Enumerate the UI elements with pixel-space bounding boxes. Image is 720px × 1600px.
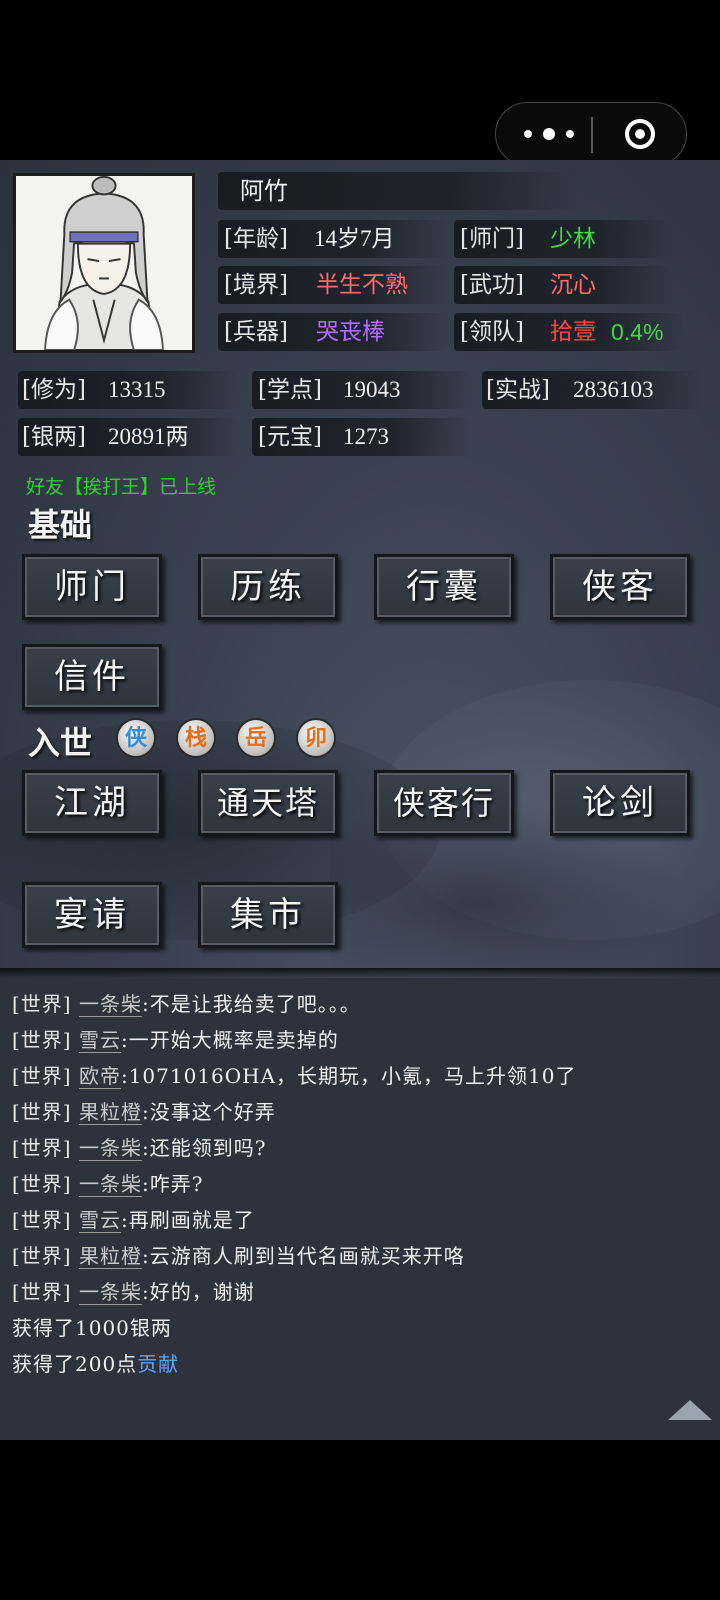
martial-value[interactable]: 沉心 [550, 266, 596, 304]
study-label: [学点] [258, 377, 322, 403]
close-target-icon[interactable] [625, 119, 655, 149]
martial-label: [武功] [460, 272, 524, 298]
chat-message: [世界] 欧帝:1071016OHA，长期玩，小氪，马上升领10了 [12, 1064, 577, 1089]
capsule-divider [591, 117, 593, 153]
sect-value[interactable]: 少林 [550, 220, 596, 258]
realm-value[interactable]: 半生不熟 [316, 266, 408, 304]
chat-message: [世界] 一条柴:不是让我给卖了吧。。。 [12, 992, 361, 1017]
chat-user[interactable]: 一条柴 [78, 1280, 142, 1305]
team-value[interactable]: 拾壹 [550, 313, 596, 351]
inventory-button[interactable]: 行囊 [374, 554, 514, 620]
contribution-link[interactable]: 贡献 [137, 1352, 179, 1376]
team-label: [领队] [460, 319, 524, 345]
badge-mao[interactable]: 卯 [296, 718, 336, 758]
chat-user[interactable]: 雪云 [78, 1208, 121, 1233]
banquet-button[interactable]: 宴请 [22, 882, 162, 948]
xiakexing-button[interactable]: 侠客行 [374, 770, 514, 836]
chat-message: [世界] 雪云:再刷画就是了 [12, 1208, 255, 1233]
mail-button[interactable]: 信件 [22, 644, 162, 710]
top-bar [0, 0, 720, 166]
combat-label: [实战] [486, 377, 550, 403]
chat-user[interactable]: 果粒橙 [78, 1100, 142, 1125]
game-screen: 阿竹 [年龄] 14岁7月 [师门] 少林 [境界] 半生不熟 [武功] 沉心 … [0, 160, 720, 1440]
chat-user[interactable]: 果粒橙 [78, 1244, 142, 1269]
badge-yue[interactable]: 岳 [236, 718, 276, 758]
realm-label: [境界] [224, 272, 288, 298]
mini-program-capsule [495, 102, 687, 166]
study-value: 19043 [343, 377, 401, 402]
cultivation-value: 13315 [108, 377, 166, 402]
jianghu-button[interactable]: 江湖 [22, 770, 162, 836]
chat-message: [世界] 一条柴:好的，谢谢 [12, 1280, 255, 1305]
character-portrait[interactable] [13, 173, 195, 353]
chat-message: [世界] 果粒橙:云游商人刷到当代名画就买来开咯 [12, 1244, 465, 1269]
silver-label: [银两] [22, 424, 86, 450]
chat-message: [世界] 一条柴:还能领到吗? [12, 1136, 267, 1161]
basic-section-title: 基础 [28, 506, 93, 544]
badge-xia[interactable]: 侠 [116, 718, 156, 758]
training-button[interactable]: 历练 [198, 554, 338, 620]
badge-zhan[interactable]: 栈 [176, 718, 216, 758]
cultivation-label: [修为] [22, 377, 86, 403]
tongtian-tower-button[interactable]: 通天塔 [198, 770, 338, 836]
character-avatar-illustration [16, 176, 192, 350]
yuanbao-label: [元宝] [258, 424, 322, 450]
chat-panel[interactable]: [世界] 一条柴:不是让我给卖了吧。。。 [世界] 雪云:一开始大概率是卖掉的 … [0, 978, 720, 1440]
chat-message: [世界] 雪云:一开始大概率是卖掉的 [12, 1028, 339, 1053]
scroll-up-icon[interactable] [668, 1400, 712, 1420]
weapon-label: [兵器] [224, 319, 288, 345]
sect-button[interactable]: 师门 [22, 554, 162, 620]
chat-divider [0, 968, 720, 978]
more-menu-icon[interactable] [524, 119, 574, 149]
team-percent: 0.4% [611, 319, 664, 345]
system-message: 获得了200点贡献 [12, 1352, 180, 1376]
chat-user[interactable]: 一条柴 [78, 992, 142, 1017]
hero-button[interactable]: 侠客 [550, 554, 690, 620]
weapon-value[interactable]: 哭丧棒 [316, 313, 385, 351]
lunjian-button[interactable]: 论剑 [550, 770, 690, 836]
sect-label: [师门] [460, 226, 524, 252]
chat-user[interactable]: 雪云 [78, 1028, 121, 1053]
friend-online-notice: 好友【挨打王】已上线 [26, 476, 217, 498]
chat-user[interactable]: 一条柴 [78, 1136, 142, 1161]
chat-message: [世界] 一条柴:咋弄? [12, 1172, 204, 1197]
silver-value: 20891两 [108, 424, 189, 449]
age-value: 14岁7月 [314, 226, 395, 251]
chat-message: [世界] 果粒橙:没事这个好弄 [12, 1100, 276, 1125]
player-name: 阿竹 [240, 177, 288, 205]
system-message: 获得了1000银两 [12, 1316, 172, 1340]
chat-user[interactable]: 一条柴 [78, 1172, 142, 1197]
yuanbao-value: 1273 [343, 424, 389, 449]
combat-value: 2836103 [573, 377, 654, 402]
chat-user[interactable]: 欧帝 [78, 1064, 121, 1089]
market-button[interactable]: 集市 [198, 882, 338, 948]
world-section-title: 入世 [28, 724, 93, 762]
age-label: [年龄] [224, 226, 288, 252]
